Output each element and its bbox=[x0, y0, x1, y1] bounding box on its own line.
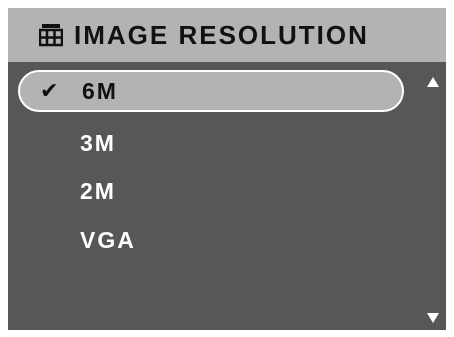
checkmark-icon: ✔ bbox=[40, 78, 61, 103]
menu-item-vga[interactable]: VGA bbox=[18, 219, 404, 261]
page-title: IMAGE RESOLUTION bbox=[74, 19, 369, 50]
menu-header: IMAGE RESOLUTION bbox=[8, 8, 446, 62]
menu-item-label: 6M bbox=[82, 77, 118, 104]
menu-item-6m[interactable]: ✔ 6M bbox=[18, 70, 404, 112]
menu-item-label: 3M bbox=[80, 129, 116, 156]
camera-menu-screen: IMAGE RESOLUTION ✔ 6M 3M 2M VGA bbox=[8, 8, 446, 330]
menu-item-3m[interactable]: 3M bbox=[18, 122, 404, 164]
menu-item-label: 2M bbox=[80, 177, 116, 204]
menu-item-label: VGA bbox=[80, 226, 136, 253]
triangle-down-icon[interactable] bbox=[426, 312, 440, 324]
menu-item-2m[interactable]: 2M bbox=[18, 170, 404, 212]
grid-icon bbox=[38, 22, 64, 48]
triangle-up-icon[interactable] bbox=[426, 76, 440, 88]
resolution-list: ✔ 6M 3M 2M VGA bbox=[8, 62, 446, 330]
